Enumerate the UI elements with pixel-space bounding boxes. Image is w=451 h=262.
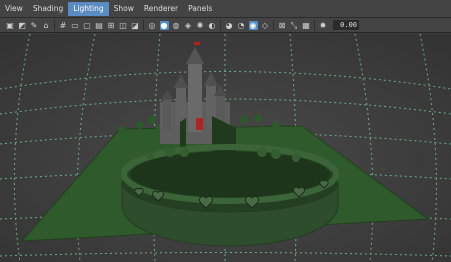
textured-icon[interactable]: ◈ (184, 21, 193, 30)
field-chart-icon[interactable]: ⊞ (107, 21, 116, 30)
toolbar-separator (314, 19, 315, 31)
use-lights-icon[interactable]: ✺ (196, 21, 205, 30)
exposure-value-field[interactable]: 0.00 (333, 20, 359, 30)
bookmark-icon[interactable]: ✎ (30, 21, 39, 30)
menu-renderer[interactable]: Renderer (139, 2, 183, 16)
menu-lighting[interactable]: Lighting (68, 1, 109, 16)
toolbar-separator (273, 19, 274, 31)
xray-icon[interactable]: ⊠ (278, 21, 287, 30)
menu-panels[interactable]: Panels (183, 2, 217, 16)
xray-components-icon[interactable]: ▦ (302, 21, 311, 30)
smooth-shade-icon[interactable]: ● (159, 20, 169, 30)
3d-viewport[interactable] (0, 34, 451, 262)
menu-shading[interactable]: Shading (28, 2, 68, 16)
panel-toolbar: ▣ ◩ ✎ ⌂ # ▭ ▢ ▤ ⊞ ◫ ◪ ◎ ● ◍ ◈ ✺ ◐ ◕ ◔ ◉ … (0, 18, 451, 33)
image-plane-icon[interactable]: ⌂ (42, 21, 51, 30)
panel-menu-bar: View Shading Lighting Show Renderer Pane… (0, 0, 451, 18)
toolbar-separator (143, 19, 144, 31)
xray-joints-icon[interactable]: ⤡ (290, 21, 299, 30)
wireframe-icon[interactable]: ◎ (148, 21, 157, 30)
menu-view[interactable]: View (0, 2, 28, 16)
shadows-icon[interactable]: ◐ (208, 21, 217, 30)
motion-blur-icon[interactable]: ◔ (237, 21, 246, 30)
anti-aliasing-icon[interactable]: ◉ (248, 20, 258, 30)
viewport-scene (0, 34, 451, 262)
toolbar-separator (220, 19, 221, 31)
safe-action-icon[interactable]: ◫ (119, 21, 128, 30)
resolution-gate-icon[interactable]: ▢ (83, 21, 92, 30)
grid-icon[interactable]: # (59, 21, 68, 30)
film-gate-icon[interactable]: ▭ (71, 21, 80, 30)
default-material-icon[interactable]: ◍ (172, 21, 181, 30)
camera-select-icon[interactable]: ▣ (6, 21, 15, 30)
screen-space-ao-icon[interactable]: ◕ (225, 21, 234, 30)
toolbar-separator (54, 19, 55, 31)
safe-title-icon[interactable]: ◪ (131, 21, 140, 30)
menu-show[interactable]: Show (109, 2, 139, 16)
isolate-select-icon[interactable]: ◇ (261, 21, 270, 30)
camera-attributes-icon[interactable]: ◩ (18, 21, 27, 30)
gate-mask-icon[interactable]: ▤ (95, 21, 104, 30)
exposure-icon[interactable]: ✹ (319, 21, 328, 30)
